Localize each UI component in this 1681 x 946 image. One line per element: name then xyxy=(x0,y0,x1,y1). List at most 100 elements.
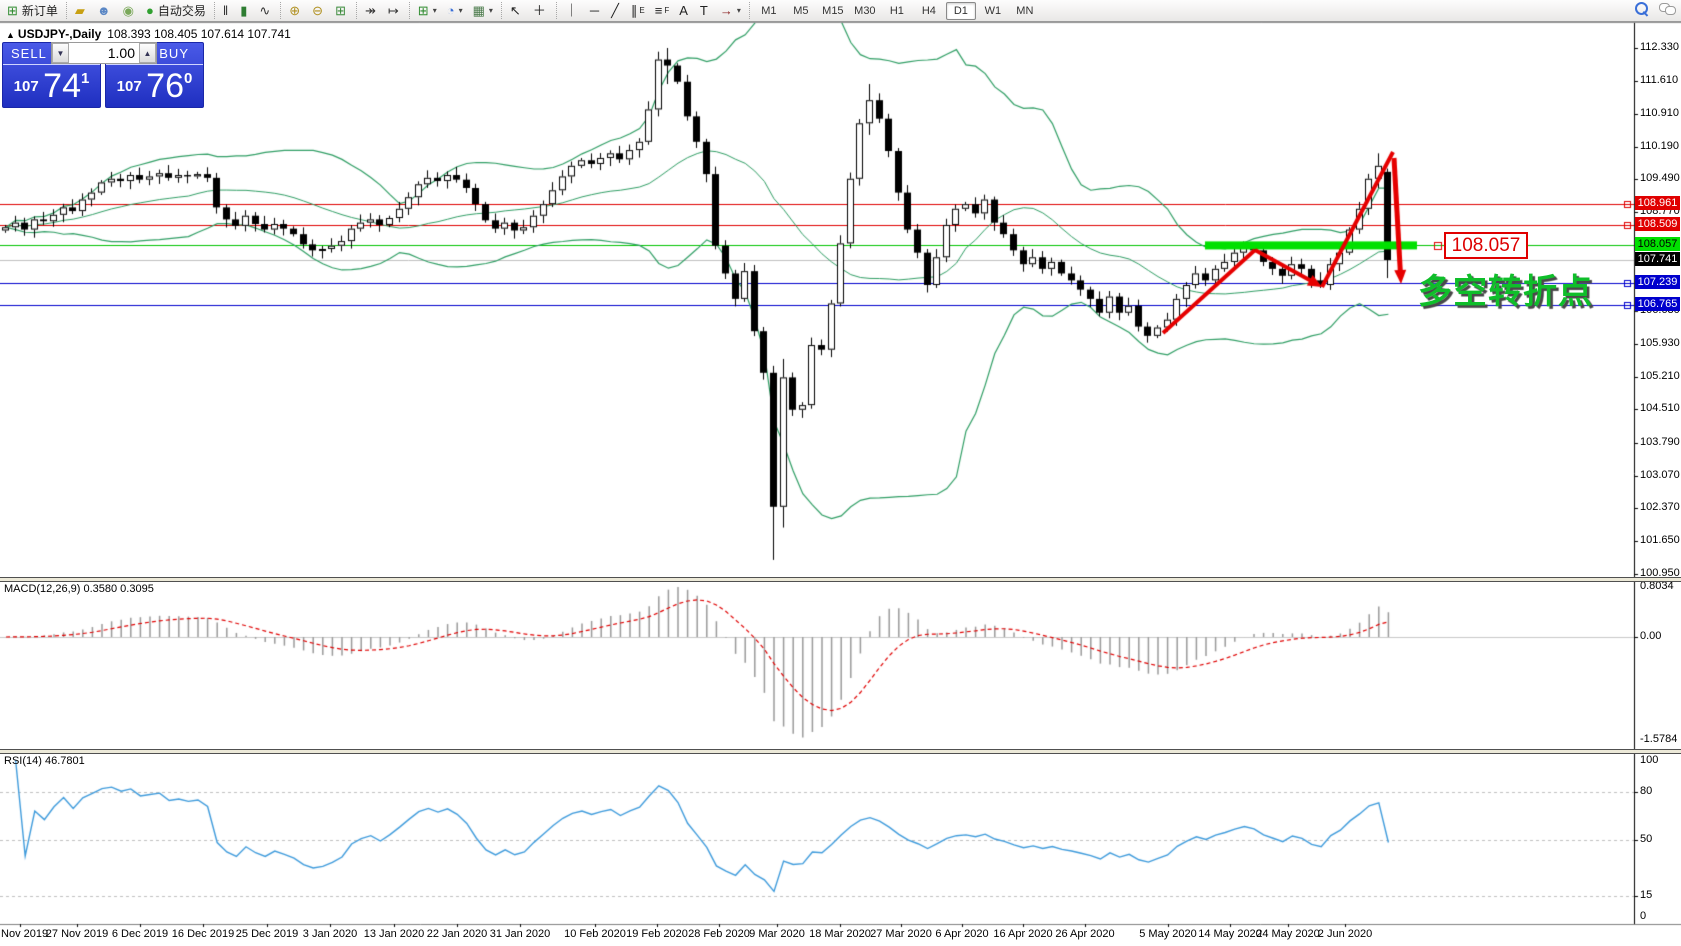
ohlc-values: 108.393 108.405 107.614 107.741 xyxy=(107,27,291,41)
zoom-in-icon[interactable]: ⊕ xyxy=(285,1,306,21)
timeframe-button-d1[interactable]: D1 xyxy=(946,2,976,20)
arrows-icon: → xyxy=(720,4,733,17)
trendline-icon: ╱ xyxy=(611,4,619,17)
autotrading-button-label: 自动交易 xyxy=(158,2,206,19)
sell-label: SELL xyxy=(3,46,47,61)
cursor-icon[interactable]: ↖ xyxy=(506,1,527,21)
price-tick-label: 112.330 xyxy=(1640,41,1679,53)
price-badge: 108.509 xyxy=(1635,217,1680,231)
chart-shift-icon[interactable]: ↦ xyxy=(384,1,405,21)
date-label: 5 May 2020 xyxy=(1139,928,1196,940)
timeframe-button-mn[interactable]: MN xyxy=(1010,2,1040,20)
price-tick-label: 102.370 xyxy=(1640,501,1680,513)
text-label-icon[interactable]: T xyxy=(696,1,714,21)
search-icon[interactable] xyxy=(1635,2,1649,16)
price-tick-label: 111.610 xyxy=(1640,74,1678,86)
rsi-tick-label: 100 xyxy=(1640,754,1658,766)
price-badge: 106.765 xyxy=(1635,297,1680,311)
icon-sub-letter: E xyxy=(639,6,644,15)
chat-bubble xyxy=(1665,6,1676,15)
date-label: 19 Feb 2020 xyxy=(626,928,688,940)
date-label: 10 Feb 2020 xyxy=(564,928,626,940)
date-label: 24 May 2020 xyxy=(1256,928,1320,940)
zoom-in-icon: ⊕ xyxy=(289,4,300,17)
text-icon[interactable]: A xyxy=(675,1,694,21)
symbol-collapse-icon[interactable]: ▲ xyxy=(6,30,15,40)
periods-icon[interactable]: ◔▾ xyxy=(443,1,467,21)
dropdown-arrow-icon: ▾ xyxy=(489,6,493,15)
date-label: 6 Dec 2019 xyxy=(112,928,168,940)
volume-decrease-button[interactable]: ▼ xyxy=(52,43,69,63)
search-handle xyxy=(1643,11,1649,17)
equidistant-channel-icon[interactable]: ∥E xyxy=(627,1,649,21)
chart-title: ▲USDJPY-,Daily 108.393 108.405 107.614 10… xyxy=(6,27,291,41)
timeframe-button-h4[interactable]: H4 xyxy=(914,2,944,20)
macd-panel-splitter[interactable] xyxy=(0,577,1681,582)
date-label: 27 Nov 2019 xyxy=(46,928,108,940)
rsi-panel-splitter[interactable] xyxy=(0,749,1681,754)
timeframe-button-m1[interactable]: M1 xyxy=(754,2,784,20)
sell-price: 107 741 xyxy=(3,67,100,106)
crosshair-icon: ＋ xyxy=(533,4,546,17)
toolbar-separator xyxy=(501,2,502,19)
community-icon[interactable]: ☻ xyxy=(93,1,117,21)
new-order-button[interactable]: ⊞新订单 xyxy=(3,1,62,21)
volume-increase-button[interactable]: ▲ xyxy=(139,43,156,63)
autotrading-button[interactable]: ● 自动交易 xyxy=(142,1,210,21)
date-label: 2 Jun 2020 xyxy=(1318,928,1372,940)
crosshair-icon[interactable]: ＋ xyxy=(529,1,552,21)
toolbar-separator xyxy=(556,2,557,19)
timeframe-button-w1[interactable]: W1 xyxy=(978,2,1008,20)
equidistant-channel-icon: ∥ xyxy=(631,4,638,17)
symbol-name: USDJPY-,Daily xyxy=(18,27,101,41)
new-chart-icon[interactable]: ⊞▾ xyxy=(414,1,441,21)
volume-input[interactable]: 1.00 xyxy=(69,43,139,63)
community-icon: ☻ xyxy=(97,4,111,17)
fibonacci-icon[interactable]: ≡F xyxy=(651,1,673,21)
horizontal-line-icon[interactable]: ─ xyxy=(586,1,605,21)
price-chart-canvas[interactable] xyxy=(0,0,1681,946)
date-label: 9 Mar 2020 xyxy=(749,928,805,940)
buy-price: 107 760 xyxy=(106,67,203,106)
price-tick-label: 103.070 xyxy=(1640,469,1680,481)
date-label: 14 May 2020 xyxy=(1198,928,1262,940)
market-watch-icon[interactable]: ▰ xyxy=(71,1,91,21)
date-label: 16 Apr 2020 xyxy=(993,928,1052,940)
chart-shift-icon: ↦ xyxy=(388,4,399,17)
market-watch-icon: ▰ xyxy=(75,4,85,17)
autotrading-icon: ● xyxy=(146,4,154,17)
price-tick-label: 110.190 xyxy=(1640,140,1679,152)
trendline-icon[interactable]: ╱ xyxy=(607,1,625,21)
vertical-line-icon: ｜ xyxy=(565,4,578,17)
timeframe-button-h1[interactable]: H1 xyxy=(882,2,912,20)
signals-icon[interactable]: ◉ xyxy=(119,1,140,21)
date-label: 26 Apr 2020 xyxy=(1055,928,1114,940)
bar-chart-icon: ‖ xyxy=(223,4,228,17)
templates-icon[interactable]: ▦▾ xyxy=(469,1,497,21)
price-level-label[interactable]: 108.057 xyxy=(1444,232,1528,259)
date-label: 16 Dec 2019 xyxy=(172,928,234,940)
arrows-icon[interactable]: →▾ xyxy=(716,1,745,21)
toolbar-separator xyxy=(749,2,750,19)
toolbar-separator xyxy=(66,2,67,19)
toolbar: ⊞新订单▰☻◉●自动交易‖▮∿⊕⊖⊞↠↦⊞▾◔▾▦▾↖＋｜─╱∥E≡FAT→▾ … xyxy=(0,0,1681,22)
candlestick-chart-icon[interactable]: ▮ xyxy=(236,1,253,21)
timeframe-button-m30[interactable]: M30 xyxy=(850,2,880,20)
new-order-button-label: 新订单 xyxy=(22,2,58,19)
line-chart-icon[interactable]: ∿ xyxy=(255,1,276,21)
price-badge: 107.239 xyxy=(1635,275,1680,289)
price-badge: 107.741 xyxy=(1635,252,1680,266)
vertical-line-icon[interactable]: ｜ xyxy=(561,1,584,21)
auto-scroll-icon: ↠ xyxy=(365,4,376,17)
timeframe-button-m15[interactable]: M15 xyxy=(818,2,848,20)
bar-chart-icon[interactable]: ‖ xyxy=(219,1,234,21)
rsi-tick-label: 80 xyxy=(1640,785,1652,797)
auto-scroll-icon[interactable]: ↠ xyxy=(361,1,382,21)
rsi-indicator-label: RSI(14) 46.7801 xyxy=(4,755,85,767)
zoom-out-icon[interactable]: ⊖ xyxy=(308,1,329,21)
timeframe-button-m5[interactable]: M5 xyxy=(786,2,816,20)
price-badge: 108.057 xyxy=(1635,237,1680,251)
chat-icon[interactable] xyxy=(1659,3,1675,15)
tile-windows-icon[interactable]: ⊞ xyxy=(331,1,352,21)
macd-tick-label: 0.00 xyxy=(1640,630,1661,642)
